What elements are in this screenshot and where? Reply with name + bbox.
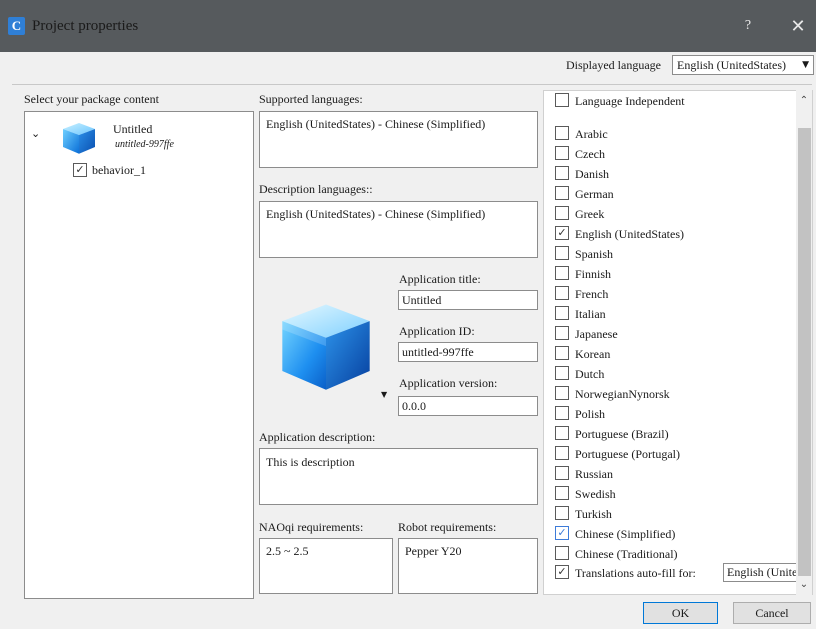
application-icon[interactable] [274, 292, 378, 396]
application-description-field[interactable]: This is description [259, 448, 538, 505]
language-label[interactable]: Italian [575, 307, 606, 321]
language-checkbox[interactable] [555, 326, 569, 340]
language-label[interactable]: English (UnitedStates) [575, 227, 684, 241]
robot-requirements-field[interactable]: Pepper Y20 [398, 538, 538, 594]
language-label[interactable]: Polish [575, 407, 605, 421]
language-label[interactable]: Spanish [575, 247, 613, 261]
language-checkbox[interactable] [555, 526, 569, 540]
language-label[interactable]: Chinese (Traditional) [575, 547, 678, 561]
language-label[interactable]: German [575, 187, 614, 201]
language-independent-checkbox[interactable] [555, 93, 569, 107]
language-checkbox[interactable] [555, 446, 569, 460]
supported-languages-value: English (UnitedStates) - Chinese (Simpli… [266, 117, 486, 131]
naoqi-requirements-label: NAOqi requirements: [259, 520, 364, 534]
language-checkbox[interactable] [555, 266, 569, 280]
language-checkbox[interactable] [555, 286, 569, 300]
language-checkbox[interactable] [555, 246, 569, 260]
language-label[interactable]: Portuguese (Brazil) [575, 427, 669, 441]
language-label[interactable]: Danish [575, 167, 609, 181]
language-checkbox[interactable] [555, 346, 569, 360]
language-label[interactable]: Turkish [575, 507, 612, 521]
language-label[interactable]: Korean [575, 347, 610, 361]
language-checkbox[interactable] [555, 366, 569, 380]
application-version-input[interactable]: 0.0.0 [398, 396, 538, 416]
description-languages-label: Description languages:: [259, 182, 373, 196]
supported-languages-label: Supported languages: [259, 92, 363, 106]
language-checkbox[interactable] [555, 166, 569, 180]
robot-requirements-value: Pepper Y20 [405, 544, 462, 558]
language-checkbox[interactable] [555, 126, 569, 140]
robot-requirements-label: Robot requirements: [398, 520, 497, 534]
language-label[interactable]: Arabic [575, 127, 608, 141]
language-label[interactable]: Portuguese (Portugal) [575, 447, 680, 461]
language-independent-label[interactable]: Language Independent [575, 94, 685, 108]
naoqi-requirements-field[interactable]: 2.5 ~ 2.5 [259, 538, 393, 594]
help-button[interactable]: ? [735, 14, 761, 38]
application-title-input[interactable]: Untitled [398, 290, 538, 310]
behavior-label[interactable]: behavior_1 [92, 163, 146, 177]
displayed-language-select[interactable]: English (UnitedStates) ▼ [672, 55, 814, 75]
language-label[interactable]: Chinese (Simplified) [575, 527, 675, 541]
project-id: untitled-997ffe [115, 139, 174, 150]
language-checkbox[interactable] [555, 506, 569, 520]
language-label[interactable]: Dutch [575, 367, 604, 381]
language-label[interactable]: French [575, 287, 608, 301]
translations-autofill-value: English (United: [727, 565, 797, 579]
language-checkbox[interactable] [555, 206, 569, 220]
description-languages-value: English (UnitedStates) - Chinese (Simpli… [266, 207, 486, 221]
language-checkbox[interactable] [555, 466, 569, 480]
language-checkbox[interactable] [555, 546, 569, 560]
window-title: Project properties [32, 18, 139, 34]
package-tree[interactable] [24, 111, 254, 599]
application-id-label: Application ID: [399, 324, 475, 338]
chevron-down-icon[interactable]: ⌄ [31, 127, 40, 141]
package-content-label: Select your package content [24, 92, 159, 106]
displayed-language-label: Displayed language [566, 58, 661, 72]
chevron-down-icon: ▼ [802, 60, 809, 70]
app-icon: C [8, 17, 25, 35]
description-languages-field[interactable]: English (UnitedStates) - Chinese (Simpli… [259, 201, 538, 258]
language-checkbox[interactable] [555, 426, 569, 440]
application-description-label: Application description: [259, 430, 376, 444]
cancel-button[interactable]: Cancel [733, 602, 811, 624]
language-checkbox[interactable] [555, 306, 569, 320]
application-id-input[interactable]: untitled-997ffe [398, 342, 538, 362]
language-label[interactable]: Swedish [575, 487, 616, 501]
language-checkbox[interactable] [555, 486, 569, 500]
displayed-language-value: English (UnitedStates) [677, 58, 786, 72]
project-cube-icon [59, 117, 99, 157]
close-button[interactable]: ✕ [785, 14, 811, 38]
language-label[interactable]: NorwegianNynorsk [575, 387, 670, 401]
scroll-up-icon[interactable]: ⌃ [797, 94, 811, 108]
header-divider [12, 84, 812, 85]
language-label[interactable]: Japanese [575, 327, 618, 341]
translations-autofill-checkbox[interactable] [555, 565, 569, 579]
language-label[interactable]: Russian [575, 467, 613, 481]
ok-button[interactable]: OK [643, 602, 718, 624]
scroll-down-icon[interactable]: ⌄ [797, 578, 811, 592]
icon-dropdown-arrow-icon[interactable]: ▼ [381, 390, 387, 400]
language-label[interactable]: Greek [575, 207, 604, 221]
language-checkbox[interactable] [555, 386, 569, 400]
application-version-label: Application version: [399, 376, 498, 390]
application-title-label: Application title: [399, 272, 481, 286]
translations-autofill-label[interactable]: Translations auto-fill for: [575, 566, 696, 580]
translations-autofill-select[interactable]: English (United: [723, 563, 797, 582]
language-checkbox[interactable] [555, 186, 569, 200]
language-label[interactable]: Czech [575, 147, 605, 161]
language-label[interactable]: Finnish [575, 267, 611, 281]
language-checkbox[interactable] [555, 406, 569, 420]
language-checkbox[interactable] [555, 226, 569, 240]
behavior-checkbox[interactable] [73, 163, 87, 177]
supported-languages-field[interactable]: English (UnitedStates) - Chinese (Simpli… [259, 111, 538, 168]
naoqi-requirements-value: 2.5 ~ 2.5 [266, 544, 309, 558]
application-description-value: This is description [266, 455, 355, 469]
scrollbar-thumb[interactable] [798, 128, 811, 576]
language-checkbox[interactable] [555, 146, 569, 160]
project-name[interactable]: Untitled [113, 122, 152, 136]
